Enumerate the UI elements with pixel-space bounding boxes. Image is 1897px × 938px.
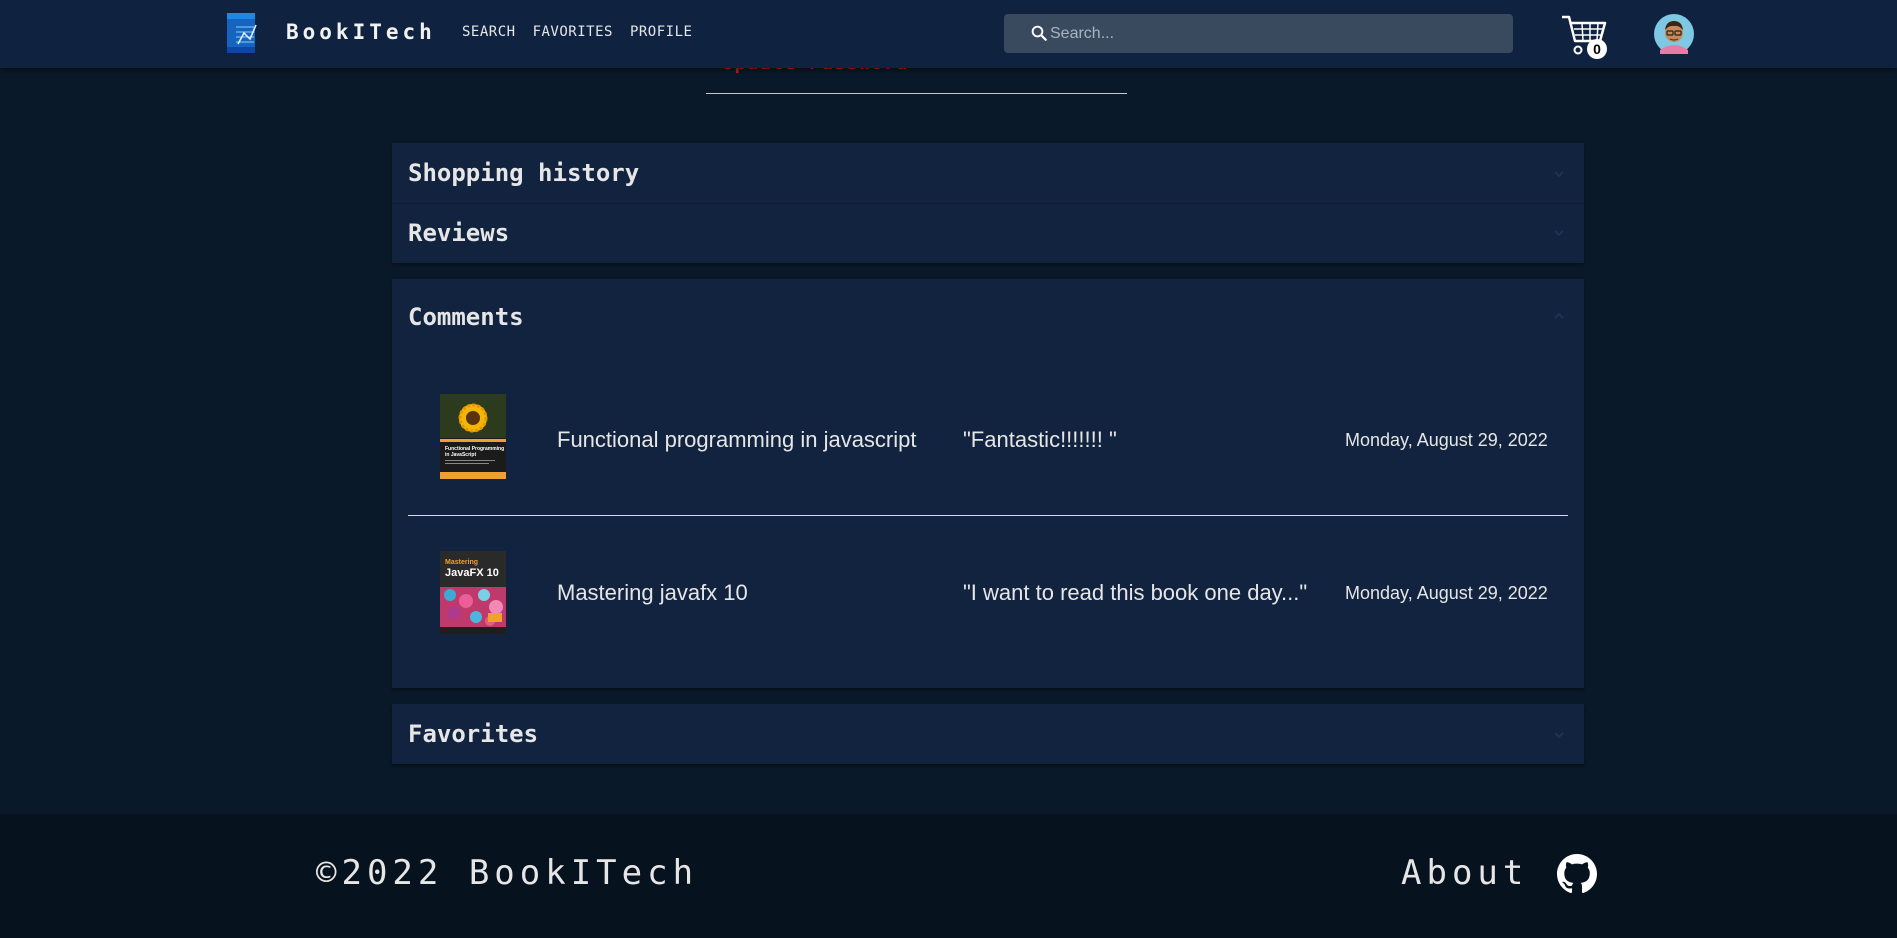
- favorites-title: Favorites: [408, 720, 539, 748]
- book-cover-mastering-javafx: Mastering JavaFX 10: [440, 551, 506, 634]
- accordion-favorites[interactable]: Favorites: [392, 704, 1584, 764]
- chevron-up-icon: [1554, 312, 1564, 319]
- cart-count-badge: 0: [1587, 39, 1607, 59]
- github-icon[interactable]: [1557, 854, 1597, 894]
- book-cover-functional-programming: Functional Programming in JavaScript: [440, 394, 506, 479]
- chevron-down-icon: [1554, 230, 1564, 237]
- comment-text: "I want to read this book one day...": [963, 580, 1308, 605]
- comments-header[interactable]: Comments: [392, 279, 1584, 355]
- user-avatar[interactable]: [1654, 14, 1694, 54]
- nav-favorites[interactable]: FAVORITES: [533, 24, 613, 40]
- chevron-down-icon: [1554, 732, 1564, 739]
- search-bar: [1004, 14, 1513, 53]
- comment-date: Monday, August 29, 2022: [1345, 430, 1548, 450]
- comment-row-divider: [408, 515, 1568, 516]
- comments-title: Comments: [408, 303, 524, 331]
- comment-date: Monday, August 29, 2022: [1345, 583, 1548, 603]
- reviews-title: Reviews: [408, 219, 510, 247]
- top-app-bar: BookITech SEARCH FAVORITES PROFILE 0: [0, 0, 1897, 68]
- accordion-group: Shopping history Reviews: [392, 143, 1584, 263]
- main-nav: SEARCH FAVORITES PROFILE: [462, 24, 692, 40]
- accordion-shopping-history[interactable]: Shopping history: [392, 143, 1584, 203]
- comment-row[interactable]: Mastering JavaFX 10 Mastering javafx 10 …: [392, 532, 1584, 672]
- nav-profile[interactable]: PROFILE: [630, 24, 693, 40]
- search-input[interactable]: [1050, 14, 1500, 53]
- nav-search[interactable]: SEARCH: [462, 24, 516, 40]
- comment-book-title[interactable]: Mastering javafx 10: [557, 580, 748, 606]
- chevron-down-icon: [1554, 171, 1564, 178]
- footer-copyright: ©2022 BookITech: [316, 853, 699, 893]
- comment-book-title[interactable]: Functional programming in javascript: [557, 427, 917, 453]
- brand-name[interactable]: BookITech: [286, 20, 436, 44]
- book-logo-icon[interactable]: [224, 11, 260, 55]
- footer-about-link[interactable]: About: [1401, 853, 1528, 893]
- search-icon: [1031, 25, 1047, 41]
- footer: ©2022 BookITech About: [0, 814, 1897, 938]
- svg-text:JavaFX 10: JavaFX 10: [445, 567, 499, 579]
- accordion-reviews[interactable]: Reviews: [392, 204, 1584, 263]
- comment-row[interactable]: Functional Programming in JavaScript Fun…: [392, 379, 1584, 519]
- shopping-history-title: Shopping history: [408, 159, 640, 187]
- update-password-underline: [706, 93, 1127, 94]
- svg-text:Mastering: Mastering: [445, 559, 478, 566]
- svg-text:in JavaScript: in JavaScript: [445, 452, 476, 458]
- comment-text: "Fantastic!!!!!!! ": [963, 427, 1117, 452]
- accordion-comments: Comments Functional Programming in JavaS…: [392, 279, 1584, 688]
